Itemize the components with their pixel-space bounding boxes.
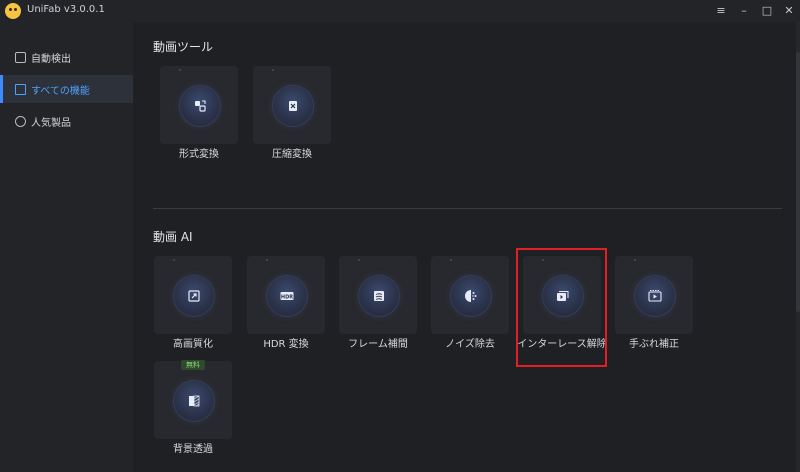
- all-features-icon: [15, 83, 26, 95]
- tool-label: 手ぶれ補正: [629, 339, 679, 350]
- tool-card-hdr[interactable]: HDR HDR 変換: [247, 256, 325, 350]
- tool-card-denoise[interactable]: ノイズ除去: [431, 256, 509, 350]
- main-panel: 動画ツール 形式変換 圧縮変換 動画 AI 高画質化 HDR HDR 変換 フレ…: [133, 22, 800, 472]
- format-convert-icon: [193, 99, 207, 113]
- sidebar-item-auto-detect[interactable]: 自動検出: [0, 43, 133, 71]
- tool-card-compress[interactable]: 圧縮変換: [253, 66, 331, 160]
- tool-label: 圧縮変換: [272, 149, 312, 160]
- section-title-video-ai: 動画 AI: [153, 230, 193, 244]
- hdr-glyph-text: HDR: [281, 294, 293, 300]
- maximize-icon[interactable]: □: [758, 2, 776, 20]
- hdr-icon: HDR: [280, 289, 294, 303]
- background-remove-icon: [187, 394, 201, 408]
- tool-card-frame-interpolation[interactable]: フレーム補間: [339, 256, 417, 350]
- menu-icon[interactable]: ≡: [712, 2, 730, 20]
- sidebar-item-label: 自動検出: [31, 53, 71, 65]
- app-title: UniFab v3.0.0.1: [27, 4, 105, 15]
- unifab-logo-icon: [5, 3, 21, 19]
- free-badge: 無料: [181, 360, 205, 370]
- tool-card-format-convert[interactable]: 形式変換: [160, 66, 238, 160]
- section-divider: [153, 208, 782, 209]
- close-icon[interactable]: ✕: [780, 2, 798, 20]
- sidebar-item-label: すべての機能: [31, 85, 90, 97]
- sidebar: 自動検出 すべての機能 人気製品: [0, 22, 133, 472]
- compress-icon: [286, 99, 300, 113]
- section-title-video-tools: 動画ツール: [153, 40, 214, 54]
- stabilize-icon: [648, 289, 662, 303]
- denoise-icon: [464, 289, 478, 303]
- sidebar-item-label: 人気製品: [31, 117, 71, 129]
- upscale-icon: [187, 289, 201, 303]
- tool-card-upscale[interactable]: 高画質化: [154, 256, 232, 350]
- popular-products-icon: [15, 115, 26, 127]
- sidebar-item-popular[interactable]: 人気製品: [0, 107, 133, 135]
- sidebar-item-all-features[interactable]: すべての機能: [0, 75, 133, 103]
- frame-interpolation-icon: [372, 289, 386, 303]
- tool-card-background-remove[interactable]: 無料 背景透過: [154, 360, 232, 455]
- tool-label: 背景透過: [173, 444, 213, 455]
- highlight-box: [516, 248, 607, 367]
- tool-card-stabilize[interactable]: 手ぶれ補正: [615, 256, 693, 350]
- title-bar: UniFab v3.0.0.1 ≡ – □ ✕: [0, 0, 800, 22]
- minimize-icon[interactable]: –: [735, 2, 753, 20]
- scrollbar[interactable]: [796, 22, 800, 472]
- auto-detect-icon: [15, 51, 26, 63]
